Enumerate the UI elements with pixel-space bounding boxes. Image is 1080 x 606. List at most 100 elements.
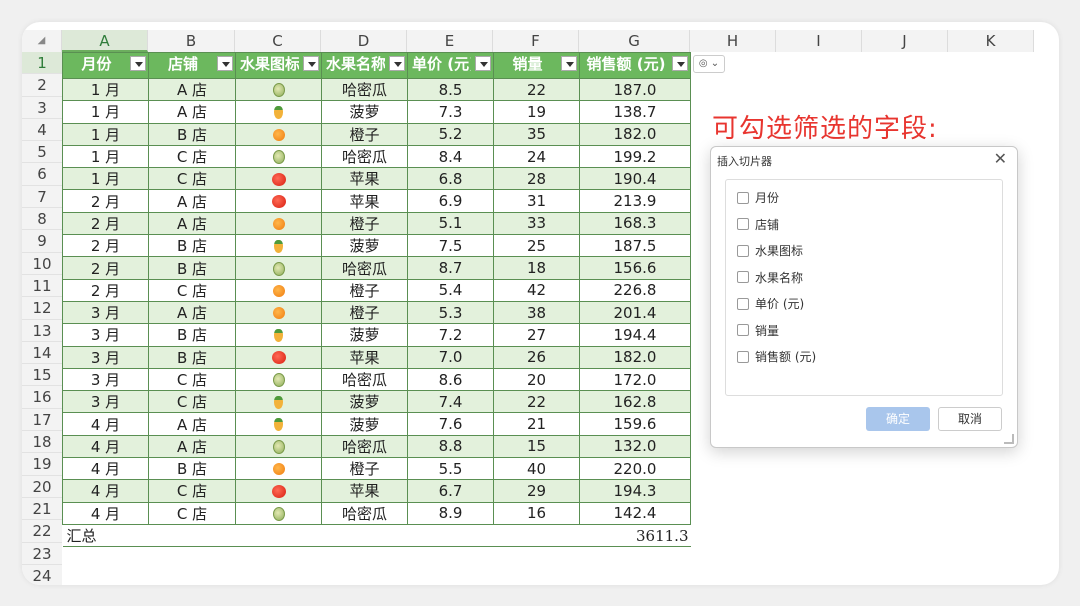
table-cell-price[interactable]: 7.6 — [407, 412, 494, 436]
table-cell-month[interactable]: 3 月 — [62, 323, 149, 347]
table-cell-fruit[interactable]: 哈密瓜 — [321, 144, 408, 169]
table-cell-fruit[interactable]: 橙子 — [321, 457, 408, 481]
quick-analysis-button[interactable]: ◎ ⌄ — [693, 55, 725, 73]
table-cell-store[interactable]: C 店 — [148, 367, 236, 392]
table-cell-fruit[interactable]: 橙子 — [321, 300, 408, 325]
table-cell-month[interactable]: 4 月 — [62, 412, 149, 436]
row-header[interactable]: 20 — [22, 475, 62, 498]
table-cell-sales[interactable]: 168.3 — [579, 211, 691, 236]
table-cell-sales[interactable]: 187.5 — [579, 234, 691, 258]
column-header-i[interactable]: I — [776, 30, 862, 52]
table-cell-sales[interactable]: 182.0 — [579, 122, 691, 146]
row-header[interactable]: 8 — [22, 208, 62, 231]
table-cell-price[interactable]: 6.7 — [407, 479, 494, 503]
table-cell-sales[interactable]: 220.0 — [579, 457, 691, 481]
checkbox[interactable] — [737, 350, 749, 363]
table-cell-month[interactable]: 2 月 — [62, 234, 149, 258]
fruit-icon-cell[interactable] — [235, 501, 322, 525]
table-cell-fruit[interactable]: 菠萝 — [321, 412, 408, 436]
row-header[interactable]: 13 — [22, 319, 62, 342]
table-cell-fruit[interactable]: 哈密瓜 — [321, 367, 408, 392]
column-header-e[interactable]: E — [407, 30, 493, 52]
table-cell-sales[interactable]: 194.3 — [579, 479, 691, 503]
table-cell-qty[interactable]: 15 — [493, 434, 580, 459]
fruit-icon-cell[interactable] — [235, 211, 322, 236]
table-cell-fruit[interactable]: 苹果 — [321, 479, 408, 503]
table-cell-qty[interactable]: 28 — [493, 167, 580, 191]
column-header-j[interactable]: J — [862, 30, 948, 52]
table-cell-month[interactable]: 3 月 — [62, 345, 149, 369]
checkbox[interactable] — [737, 218, 749, 230]
table-header-cell[interactable]: 销量 — [493, 52, 580, 79]
table-cell-price[interactable]: 8.6 — [407, 367, 494, 392]
fruit-icon-cell[interactable] — [235, 390, 322, 414]
table-cell-price[interactable]: 7.4 — [407, 390, 494, 414]
cancel-button[interactable]: 取消 — [938, 407, 1002, 431]
table-cell-price[interactable]: 7.0 — [407, 345, 494, 369]
fruit-icon-cell[interactable] — [235, 479, 322, 503]
table-cell-qty[interactable]: 25 — [493, 234, 580, 258]
table-cell-sales[interactable]: 199.2 — [579, 144, 691, 169]
table-cell-sales[interactable]: 190.4 — [579, 167, 691, 191]
table-cell-fruit[interactable]: 哈密瓜 — [321, 256, 408, 280]
slicer-field-option[interactable]: 月份 — [737, 189, 779, 206]
table-cell-fruit[interactable]: 哈密瓜 — [321, 501, 408, 525]
fruit-icon-cell[interactable] — [235, 367, 322, 392]
table-cell-qty[interactable]: 22 — [493, 77, 580, 102]
row-header[interactable]: 11 — [22, 274, 62, 298]
table-cell-qty[interactable]: 18 — [493, 256, 580, 280]
row-header[interactable]: 16 — [22, 386, 62, 409]
table-cell-qty[interactable]: 20 — [493, 367, 580, 392]
table-cell-price[interactable]: 5.3 — [407, 300, 494, 325]
table-cell-fruit[interactable]: 苹果 — [321, 167, 408, 191]
filter-dropdown-icon[interactable] — [130, 56, 146, 71]
table-cell-month[interactable]: 1 月 — [62, 167, 149, 191]
total-value[interactable]: 3611.3 — [579, 524, 691, 548]
table-cell-sales[interactable]: 132.0 — [579, 434, 691, 459]
table-cell-sales[interactable]: 226.8 — [579, 278, 691, 302]
table-cell-month[interactable]: 4 月 — [62, 501, 149, 525]
table-cell-store[interactable]: A 店 — [148, 189, 236, 213]
filter-dropdown-icon[interactable] — [561, 56, 577, 71]
table-cell-price[interactable]: 5.4 — [407, 278, 494, 302]
row-header[interactable]: 9 — [22, 230, 62, 253]
filter-dropdown-icon[interactable] — [303, 56, 319, 71]
table-header-cell[interactable]: 月份 — [62, 52, 149, 79]
table-cell-sales[interactable]: 213.9 — [579, 189, 691, 213]
row-header[interactable]: 12 — [22, 297, 62, 320]
table-cell-price[interactable]: 5.1 — [407, 211, 494, 236]
table-cell-sales[interactable]: 142.4 — [579, 501, 691, 525]
table-cell-month[interactable]: 1 月 — [62, 100, 149, 124]
checkbox[interactable] — [737, 244, 749, 257]
filter-dropdown-icon[interactable] — [475, 56, 491, 71]
table-cell-price[interactable]: 8.9 — [407, 501, 494, 525]
table-cell-qty[interactable]: 38 — [493, 300, 580, 325]
table-cell-store[interactable]: A 店 — [148, 300, 236, 325]
table-header-cell[interactable]: 水果名称 — [321, 52, 408, 79]
table-cell-fruit[interactable]: 橙子 — [321, 122, 408, 146]
table-cell-qty[interactable]: 35 — [493, 122, 580, 146]
table-cell-sales[interactable]: 194.4 — [579, 323, 691, 347]
table-cell-month[interactable]: 4 月 — [62, 457, 149, 481]
table-cell-qty[interactable]: 19 — [493, 100, 580, 124]
row-header[interactable]: 1 — [22, 52, 62, 75]
close-icon[interactable]: ✕ — [994, 149, 1007, 168]
column-header-d[interactable]: D — [321, 30, 407, 52]
table-cell-sales[interactable]: 201.4 — [579, 300, 691, 325]
table-cell-store[interactable]: A 店 — [148, 211, 236, 236]
table-cell-store[interactable]: B 店 — [148, 256, 236, 280]
table-cell-fruit[interactable]: 菠萝 — [321, 323, 408, 347]
slicer-field-option[interactable]: 店铺 — [737, 216, 779, 233]
table-cell-qty[interactable]: 27 — [493, 323, 580, 347]
table-cell-fruit[interactable]: 苹果 — [321, 345, 408, 369]
row-header[interactable]: 2 — [22, 74, 62, 97]
row-header[interactable]: 24 — [22, 564, 62, 585]
row-header[interactable]: 17 — [22, 408, 62, 432]
table-cell-store[interactable]: C 店 — [148, 501, 236, 525]
table-cell-price[interactable]: 8.4 — [407, 144, 494, 169]
table-cell-price[interactable]: 8.8 — [407, 434, 494, 459]
table-cell-store[interactable]: C 店 — [148, 479, 236, 503]
column-header-b[interactable]: B — [148, 30, 235, 52]
table-cell-month[interactable]: 4 月 — [62, 434, 149, 459]
column-header-k[interactable]: K — [948, 30, 1034, 52]
